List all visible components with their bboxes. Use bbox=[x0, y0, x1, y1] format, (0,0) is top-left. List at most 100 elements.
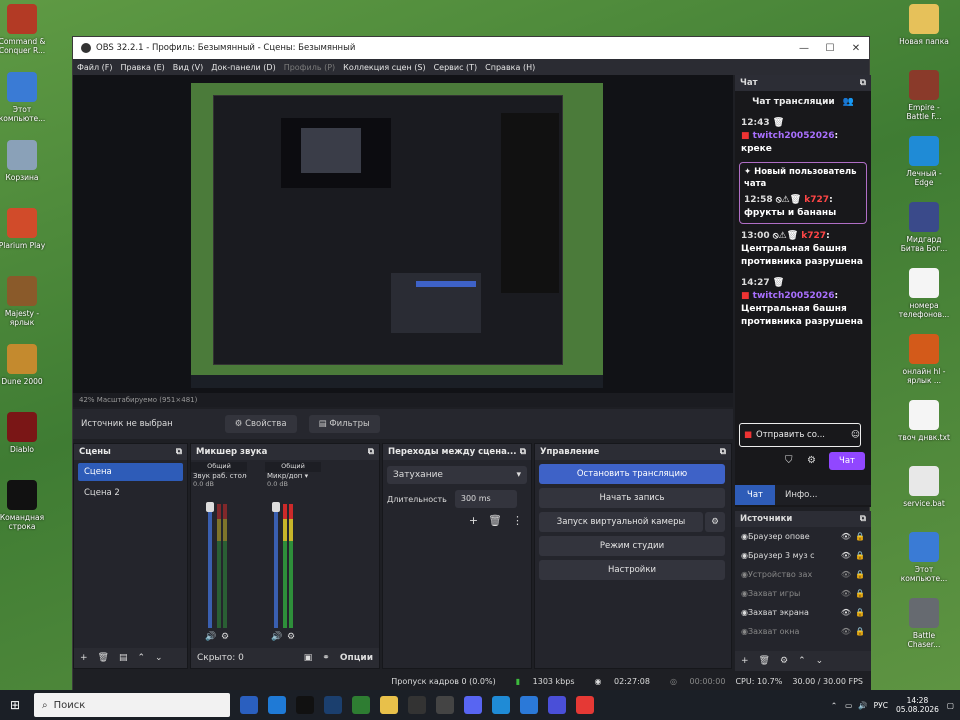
source-item[interactable]: ◉ Браузер опове 👁 🔒 bbox=[735, 527, 871, 546]
stop-stream-button[interactable]: Остановить трансляцию bbox=[539, 464, 725, 484]
eye-icon[interactable]: 👁 bbox=[841, 565, 851, 584]
tab-chat[interactable]: Чат bbox=[735, 485, 775, 505]
source-item[interactable]: ◉ Устройство зах 👁 🔒 bbox=[735, 565, 871, 584]
eye-icon[interactable]: 👁 bbox=[841, 622, 851, 641]
filter-icon[interactable]: ▤ bbox=[119, 653, 128, 663]
menu-file[interactable]: Файл (F) bbox=[77, 63, 113, 72]
notifications-icon[interactable]: ▢ bbox=[947, 701, 954, 710]
dock-float-icon[interactable]: ⧉ bbox=[860, 75, 866, 91]
eye-icon[interactable]: 👁 bbox=[841, 546, 851, 565]
desktop-icon[interactable]: Мидгард Битва Бог... bbox=[896, 202, 952, 253]
trash-icon[interactable]: 🗑 bbox=[759, 656, 770, 666]
dock-float-icon[interactable]: ⧉ bbox=[520, 444, 526, 460]
minimize-button[interactable]: — bbox=[791, 43, 817, 54]
source-item[interactable]: ◉ Захват игры 👁 🔒 bbox=[735, 584, 871, 603]
discord-icon[interactable] bbox=[464, 696, 482, 714]
properties-button[interactable]: ⚙ Свойства bbox=[224, 415, 297, 433]
filters-button[interactable]: ▤ Фильтры bbox=[308, 415, 380, 433]
message-user[interactable]: twitch20052026 bbox=[753, 291, 835, 301]
up-arrow-icon[interactable]: ⌃ bbox=[138, 653, 146, 663]
source-item[interactable]: ◉ Захват окна 👁 🔒 bbox=[735, 622, 871, 641]
desktop-icon[interactable]: Этот компьюте... bbox=[0, 72, 50, 123]
gear-icon[interactable]: ⚙ bbox=[705, 512, 725, 532]
add-icon[interactable]: + bbox=[741, 656, 749, 666]
panel-icon[interactable]: ▣ bbox=[304, 653, 313, 663]
dock-float-icon[interactable]: ⧉ bbox=[720, 444, 726, 460]
volume-fader[interactable] bbox=[208, 504, 212, 628]
settings-button[interactable]: Настройки bbox=[539, 560, 725, 580]
source-item[interactable]: ◉ Браузер 3 муз с 👁 🔒 bbox=[735, 546, 871, 565]
store-icon[interactable] bbox=[268, 696, 286, 714]
menu-profile[interactable]: Профиль (P) bbox=[284, 63, 335, 72]
settings-icon[interactable]: ⚙ bbox=[221, 632, 229, 642]
desktop-icon[interactable]: Command & Conquer R... bbox=[0, 4, 50, 55]
eye-icon[interactable]: 👁 bbox=[841, 603, 851, 622]
volume-icon[interactable]: 🔊 bbox=[858, 701, 867, 710]
studio-mode-button[interactable]: Режим студии bbox=[539, 536, 725, 556]
fader-knob[interactable] bbox=[272, 502, 280, 512]
windows-start-icon[interactable]: ⊞ bbox=[10, 698, 20, 712]
desktop-icon[interactable]: Новая папка bbox=[896, 4, 952, 46]
lock-icon[interactable]: 🔒 bbox=[855, 584, 865, 603]
eye-icon[interactable]: 👁 bbox=[841, 527, 851, 546]
duration-input[interactable]: 300 ms bbox=[454, 490, 517, 508]
desktop-icon[interactable]: Корзина bbox=[0, 140, 50, 182]
close-button[interactable]: ✕ bbox=[843, 43, 869, 54]
desktop-icon[interactable]: твоч днвк.txt bbox=[896, 400, 952, 442]
speaker-icon[interactable]: 🔊 bbox=[271, 632, 282, 642]
desktop-icon[interactable]: Dune 2000 bbox=[0, 344, 50, 386]
tab-info[interactable]: Инфо... bbox=[775, 485, 828, 505]
desktop-icon[interactable]: номера телефонов... bbox=[896, 268, 952, 319]
tiktok-icon[interactable] bbox=[296, 696, 314, 714]
scene-item[interactable]: Сцена 2 bbox=[78, 484, 183, 502]
folder-icon[interactable] bbox=[380, 696, 398, 714]
desktop-icon[interactable]: Battle Chaser... bbox=[896, 598, 952, 649]
task-view-icon[interactable] bbox=[240, 696, 258, 714]
lock-icon[interactable]: 🔒 bbox=[855, 546, 865, 565]
eye-icon[interactable]: 👁 bbox=[841, 584, 851, 603]
edge-icon[interactable] bbox=[492, 696, 510, 714]
gear-icon[interactable]: ⚙ bbox=[807, 455, 816, 466]
trash-icon[interactable]: 🗑 bbox=[488, 514, 502, 527]
desktop-icon[interactable]: Этот компьюте... bbox=[896, 532, 952, 583]
menu-edit[interactable]: Правка (E) bbox=[121, 63, 165, 72]
desktop-icon[interactable]: Majesty - ярлык bbox=[0, 276, 50, 327]
send-message-input[interactable]: ■ Отправить со... ☺ bbox=[739, 423, 861, 447]
maximize-button[interactable]: ☐ bbox=[817, 43, 843, 54]
lock-icon[interactable]: 🔒 bbox=[855, 527, 865, 546]
speaker-icon[interactable]: 🔊 bbox=[205, 632, 216, 642]
desktop-icon[interactable]: Лечный - Edge bbox=[896, 136, 952, 187]
chevron-down-icon[interactable]: ▾ bbox=[305, 472, 309, 480]
desktop-icon[interactable]: Командная строка bbox=[0, 480, 50, 531]
add-icon[interactable]: + bbox=[469, 514, 478, 527]
gear-icon[interactable]: ⚙ bbox=[780, 656, 788, 666]
menu-help[interactable]: Справка (H) bbox=[485, 63, 535, 72]
volume-fader[interactable] bbox=[274, 504, 278, 628]
down-arrow-icon[interactable]: ⌄ bbox=[816, 656, 824, 666]
lock-icon[interactable]: 🔒 bbox=[855, 622, 865, 641]
desktop-icon[interactable]: Empire - Battle F... bbox=[896, 70, 952, 121]
emoji-icon[interactable]: ☺ bbox=[851, 430, 860, 440]
app-icon[interactable] bbox=[352, 696, 370, 714]
down-arrow-icon[interactable]: ⌄ bbox=[155, 653, 163, 663]
desktop-icon[interactable]: Diablo bbox=[0, 412, 50, 454]
scene-item[interactable]: Сцена bbox=[78, 463, 183, 481]
menu-view[interactable]: Вид (V) bbox=[173, 63, 203, 72]
dock-float-icon[interactable]: ⧉ bbox=[368, 444, 374, 460]
lock-icon[interactable]: 🔒 bbox=[855, 565, 865, 584]
lock-icon[interactable]: 🔒 bbox=[855, 603, 865, 622]
link-icon[interactable]: ⚭ bbox=[322, 653, 330, 663]
fader-knob[interactable] bbox=[206, 502, 214, 512]
desktop-icon[interactable]: service.bat bbox=[896, 466, 952, 508]
yandex-icon[interactable] bbox=[576, 696, 594, 714]
steam-icon[interactable] bbox=[324, 696, 342, 714]
obs-taskbar-icon[interactable] bbox=[408, 696, 426, 714]
shield-icon[interactable]: ⛉ bbox=[785, 455, 793, 466]
chat-send-button[interactable]: Чат bbox=[829, 452, 865, 470]
source-item[interactable]: ◉ Захват экрана 👁 🔒 bbox=[735, 603, 871, 622]
network-icon[interactable]: ▭ bbox=[845, 701, 852, 710]
telegram-icon[interactable] bbox=[520, 696, 538, 714]
start-record-button[interactable]: Начать запись bbox=[539, 488, 725, 508]
app-icon[interactable] bbox=[548, 696, 566, 714]
more-icon[interactable]: ⋮ bbox=[512, 514, 523, 527]
